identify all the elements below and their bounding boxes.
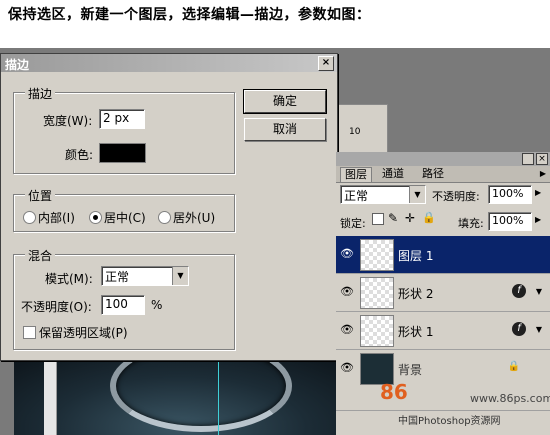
preserve-transparency-checkbox[interactable] [23,326,36,339]
chevron-down-icon[interactable]: ▼ [409,186,425,203]
layer-style-icon[interactable]: f [512,284,526,298]
opacity-label: 不透明度(O): [21,300,92,314]
close-button[interactable]: × [318,56,334,71]
lock-icon: 🔒 [507,361,520,372]
radio-center[interactable] [89,211,102,224]
close-icon[interactable]: × [536,153,548,165]
preserve-transparency-label[interactable]: 保留透明区域(P) [39,324,128,341]
layer-row-1[interactable]: 👁 图层 1 [336,236,550,274]
watermark-text: 中国Photoshop资源网 [398,416,501,427]
expand-arrow-icon[interactable]: ▼ [536,287,542,296]
mode-label: 模式(M): [45,272,93,286]
layer-name: 背景 [398,363,423,377]
layer-thumbnail [360,315,394,347]
eye-icon[interactable]: 👁 [340,361,354,374]
layer-name: 图层 1 [398,249,434,263]
blend-group-label: 混合 [25,247,56,264]
tab-layers[interactable]: 图层 [340,167,372,182]
layer-row-2[interactable]: 👁 形状 2 f ▼ [336,274,550,312]
layer-name: 形状 1 [398,325,434,339]
vertical-ruler [44,362,57,435]
radio-center-label[interactable]: 居中(C) [104,209,146,226]
opacity-arrow-icon[interactable]: ▶ [535,188,541,197]
layer-opacity-input[interactable]: 100% [488,185,532,204]
dialog-title: 描边 [5,58,30,72]
radio-outside-label[interactable]: 居外(U) [173,209,215,226]
layer-thumbnail [360,239,394,271]
mode-select[interactable]: 正常 ▼ [101,266,189,286]
tab-channels[interactable]: 通道 [378,167,408,181]
fill-label: 填充: [458,217,484,230]
guide-line [218,362,219,435]
opacity-unit: % [151,298,163,312]
radio-inside[interactable] [23,211,36,224]
ruler-tick: 10 [349,127,361,137]
eye-icon[interactable]: 👁 [340,285,354,298]
panel-header[interactable]: × [336,152,550,166]
radio-outside[interactable] [158,211,171,224]
watermark-logo: 86 [380,380,408,404]
instruction-text: 保持选区，新建一个图层，选择编辑—描边，参数如图： [8,7,371,23]
opacity-input[interactable]: 100 [101,295,145,315]
radio-inside-label[interactable]: 内部(I) [38,209,75,226]
layer-style-icon[interactable]: f [512,322,526,336]
lock-all-icon[interactable]: 🔒 [422,211,436,224]
stroke-group-label: 描边 [25,85,56,102]
lock-move-icon[interactable]: ✛ [405,211,415,225]
color-label: 颜色: [65,148,94,162]
layer-name: 形状 2 [398,287,434,301]
ruler-fragment: 10 [336,104,388,154]
layer-blend-mode-select[interactable]: 正常 ▼ [340,185,426,204]
expand-arrow-icon[interactable]: ▼ [536,325,542,334]
lock-transparency-icon[interactable] [372,213,384,225]
chevron-down-icon[interactable]: ▼ [172,267,188,285]
panel-tabs: 图层 通道 路径 ▶ [336,166,550,183]
mode-value: 正常 [105,270,130,284]
layer-row-3[interactable]: 👁 形状 1 f ▼ [336,312,550,350]
width-input[interactable]: 2 px [99,109,145,129]
layer-opacity-label: 不透明度: [432,190,480,203]
layer-thumbnail [360,277,394,309]
tab-paths[interactable]: 路径 [418,167,448,181]
position-group-label: 位置 [25,187,56,204]
layer-blend-mode-value: 正常 [344,189,369,203]
width-label: 宽度(W): [43,114,93,128]
watermark-url: www.86ps.com [470,392,550,405]
lock-label: 锁定: [340,217,366,230]
eye-icon[interactable]: 👁 [340,247,354,260]
eye-icon[interactable]: 👁 [340,323,354,336]
ok-button[interactable]: 确定 [243,89,327,114]
fill-arrow-icon[interactable]: ▶ [535,215,541,224]
dialog-titlebar[interactable]: 描边 × [1,54,337,72]
stroke-dialog: 描边 × 描边 宽度(W): 2 px 颜色: 位置 内部(I) 居中(C) 居… [0,53,338,361]
cancel-button[interactable]: 取消 [244,118,326,141]
fill-input[interactable]: 100% [488,212,532,231]
minimize-icon[interactable] [522,153,534,165]
lock-paint-icon[interactable]: ✎ [388,211,398,225]
panel-menu-icon[interactable]: ▶ [540,169,546,178]
color-swatch[interactable] [99,143,146,163]
